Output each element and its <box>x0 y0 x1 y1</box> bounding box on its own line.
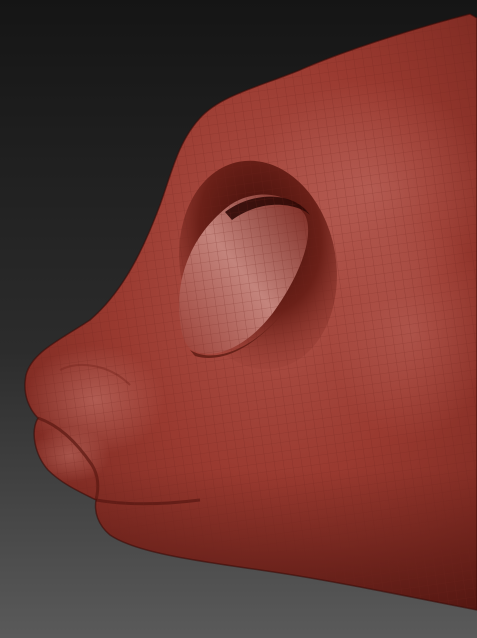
viewport-canvas[interactable] <box>0 0 477 638</box>
sculpt-viewport[interactable] <box>0 0 477 638</box>
